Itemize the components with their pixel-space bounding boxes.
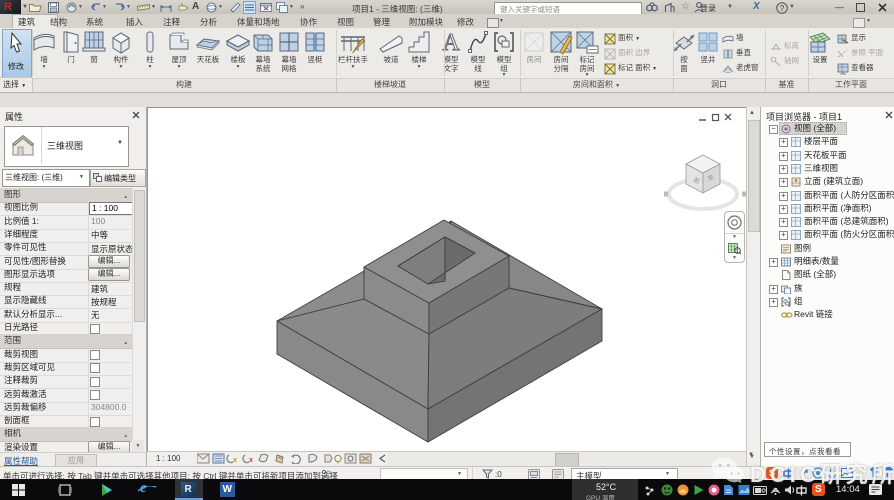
svg-text:A: A [442, 30, 460, 55]
svg-text:x: x [233, 457, 237, 464]
svg-text:x: x [249, 457, 253, 464]
svg-text:?: ? [780, 3, 785, 12]
